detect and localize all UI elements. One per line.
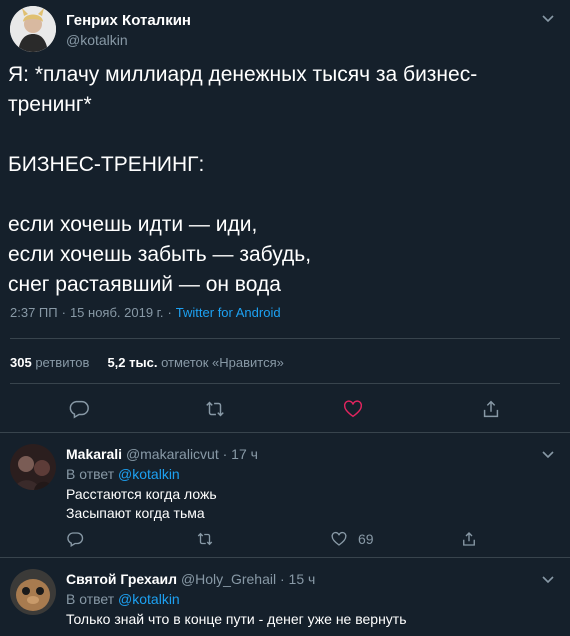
chevron-down-icon[interactable]: [540, 446, 556, 462]
reply-author-handle[interactable]: @Holy_Grehail: [181, 571, 276, 587]
tweet-source[interactable]: Twitter for Android: [176, 305, 281, 320]
share-icon[interactable]: [460, 530, 478, 548]
tweet-actions: [0, 398, 570, 422]
reply-header: Makarali @makaralicvut · 17 ч: [66, 446, 258, 462]
reply-time[interactable]: · 17 ч: [223, 446, 258, 462]
tweet-text: Я: *плачу миллиард денежных тысяч за биз…: [8, 63, 478, 296]
tweet-time[interactable]: 2:37 ПП: [10, 305, 58, 320]
likes-label: отметок «Нравится»: [161, 355, 284, 370]
reply-actions: 69: [0, 530, 570, 550]
like-count: 69: [358, 531, 374, 547]
reply-header: Святой Грехаил @Holy_Grehail · 15 ч: [66, 571, 315, 587]
replying-to: В ответ @kotalkin: [66, 466, 180, 482]
reply-avatar[interactable]: [10, 444, 56, 490]
likes-stat[interactable]: 5,2 тыс. отметок «Нравится»: [107, 355, 283, 370]
replying-to: В ответ @kotalkin: [66, 591, 180, 607]
author-avatar[interactable]: [10, 6, 56, 52]
retweet-icon[interactable]: [196, 530, 214, 548]
tweet-stats: 305 ретвитов 5,2 тыс. отметок «Нравится»: [10, 355, 284, 370]
retweets-count: 305: [10, 355, 32, 370]
divider: [10, 383, 560, 384]
chevron-down-icon[interactable]: [540, 571, 556, 587]
reply-tweet[interactable]: Святой Грехаил @Holy_Grehail · 15 ч В от…: [0, 557, 570, 636]
replying-to-label: В ответ: [66, 466, 115, 482]
chevron-down-icon[interactable]: [540, 10, 556, 26]
author-name[interactable]: Генрих Коталкин: [66, 12, 191, 29]
reply-tweet[interactable]: Makarali @makaralicvut · 17 ч В ответ @k…: [0, 432, 570, 556]
reply-text: Расстаются когда ложь Засыпают когда тьм…: [66, 486, 217, 521]
main-tweet-header: Генрих Коталкин @kotalkin: [10, 6, 560, 52]
reply-time[interactable]: · 15 ч: [280, 571, 315, 587]
like-button[interactable]: 69: [330, 530, 374, 548]
reply-icon[interactable]: [66, 530, 84, 548]
reply-author-name[interactable]: Святой Грехаил: [66, 571, 177, 587]
reply-avatar[interactable]: [10, 569, 56, 615]
replying-to-label: В ответ: [66, 591, 115, 607]
meta-separator: ·: [61, 305, 66, 320]
reply-author-name[interactable]: Makarali: [66, 446, 122, 462]
tweet-date[interactable]: 15 нояб. 2019 г.: [70, 305, 164, 320]
author-handle[interactable]: @kotalkin: [66, 32, 128, 48]
replying-to-handle[interactable]: @kotalkin: [118, 591, 180, 607]
heart-icon[interactable]: [342, 398, 364, 420]
share-icon[interactable]: [480, 398, 502, 420]
reply-author-handle[interactable]: @makaralicvut: [126, 446, 219, 462]
divider: [10, 338, 560, 339]
likes-count: 5,2 тыс.: [107, 355, 158, 370]
tweet-meta: 2:37 ПП · 15 нояб. 2019 г. · Twitter for And…: [10, 305, 281, 320]
meta-separator: ·: [167, 305, 172, 320]
replying-to-handle[interactable]: @kotalkin: [118, 466, 180, 482]
retweets-stat[interactable]: 305 ретвитов: [10, 355, 89, 370]
retweet-icon[interactable]: [204, 398, 226, 420]
reply-text: Только знай что в конце пути - денег уже…: [66, 611, 407, 627]
heart-icon: [331, 531, 347, 546]
retweets-label: ретвитов: [35, 355, 90, 370]
reply-icon[interactable]: [68, 398, 90, 420]
